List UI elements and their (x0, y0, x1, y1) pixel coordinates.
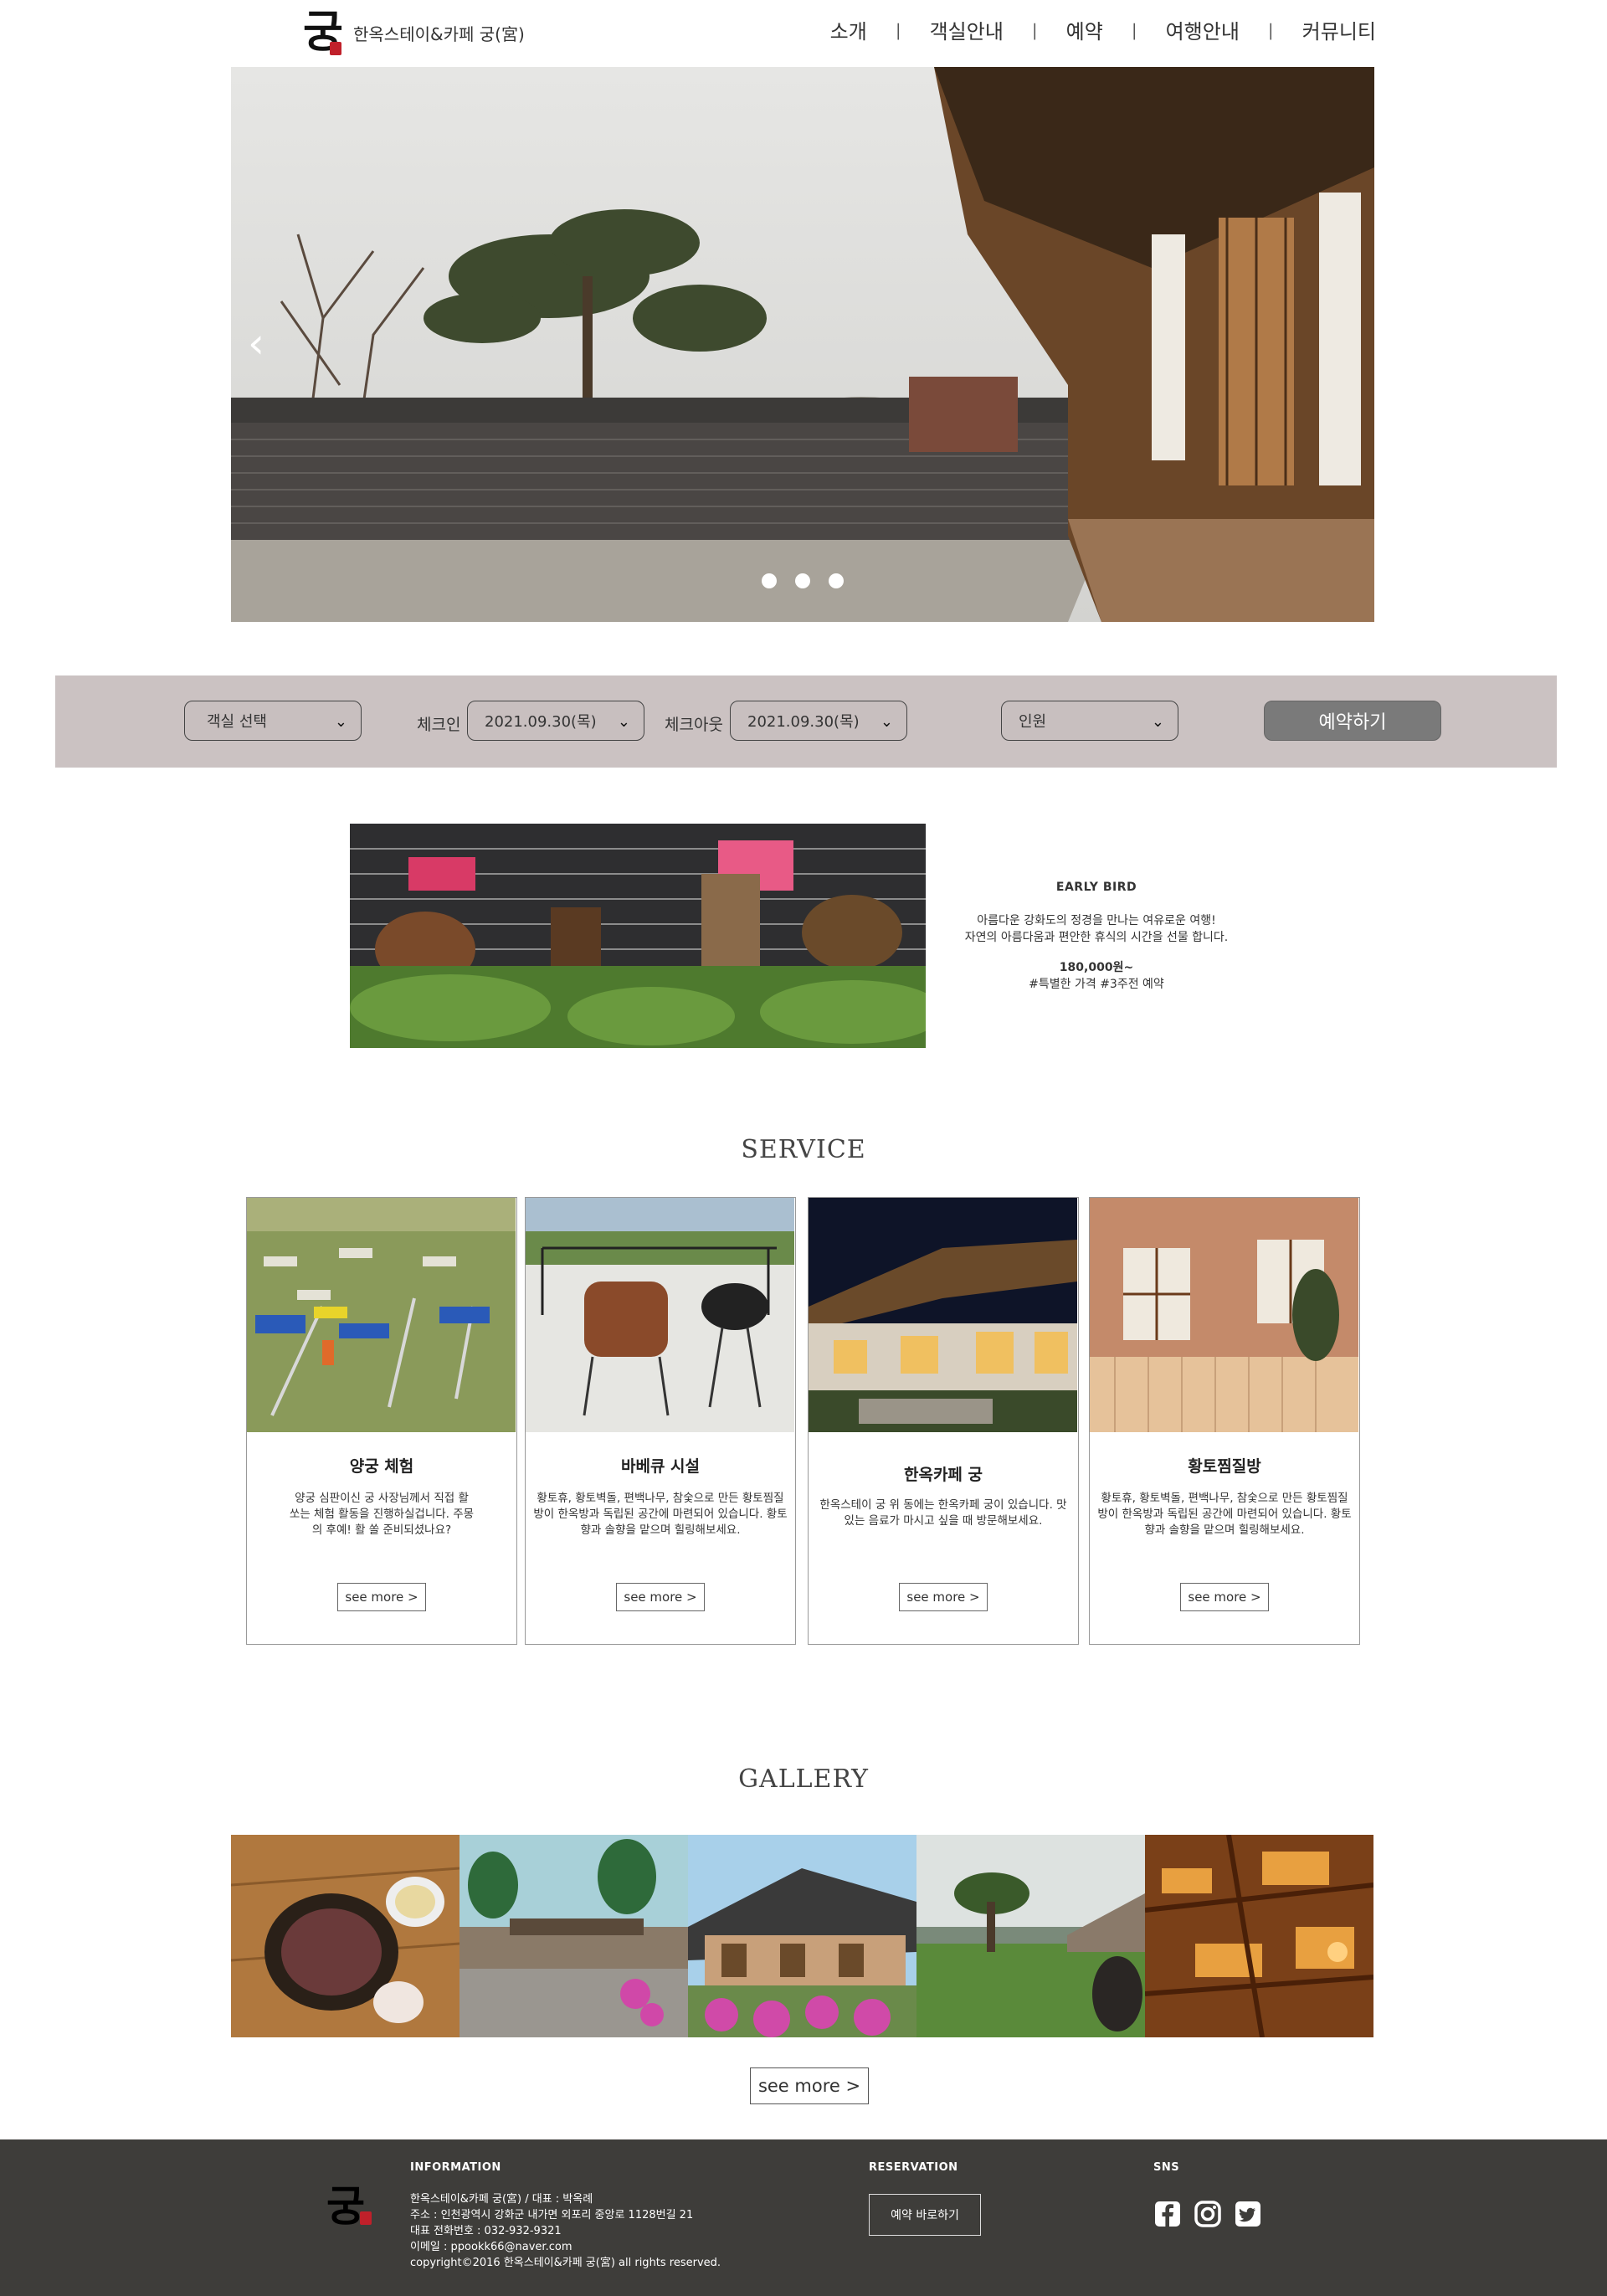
gallery-image[interactable] (688, 1835, 916, 2037)
room-select-value: 객실 선택 (207, 713, 267, 731)
chevron-down-icon: ⌄ (617, 713, 630, 731)
gallery-strip (231, 1835, 1374, 2037)
gallery-see-more-button[interactable]: see more > (750, 2067, 869, 2104)
early-bird-image (350, 824, 926, 1048)
nav-separator: | (1267, 19, 1274, 40)
service-title: SERVICE (741, 1135, 866, 1164)
early-bird-price: 180,000원~ (1059, 961, 1134, 974)
gallery-image[interactable] (1145, 1835, 1373, 2037)
nav-separator: | (1131, 19, 1137, 40)
booking-bar: 객실 선택 ⌄ 체크인 2021.09.30(목) ⌄ 체크아웃 2021.09… (55, 675, 1557, 768)
service-card: 한옥카페 궁 한옥스테이 궁 위 동에는 한옥카페 궁이 있습니다. 맛있는 음… (808, 1197, 1079, 1645)
footer-logo[interactable]: 궁 (326, 2173, 372, 2233)
footer-info-line: 주소 : 인천광역시 강화군 내가면 외포리 중앙로 1128번길 21 (410, 2209, 694, 2222)
service-card-desc: 황토휴, 황토벽돌, 편백나무, 참숯으로 만든 황토찜질방이 한옥방과 독립된… (1097, 1492, 1352, 1537)
service-card-title: 한옥카페 궁 (903, 1466, 983, 1484)
reserve-button[interactable]: 예약하기 (1264, 701, 1441, 741)
main-nav: 소개 | 객실안내 | 예약 | 여행안내 | 커뮤니티 (830, 15, 1376, 44)
slider-dot[interactable] (795, 573, 810, 588)
chevron-down-icon: ⌄ (880, 713, 893, 731)
early-bird-line: 아름다운 강화도의 정경을 만나는 여유로운 여행! (977, 914, 1216, 927)
gallery-title: GALLERY (738, 1764, 869, 1794)
service-card: 황토찜질방 황토휴, 황토벽돌, 편백나무, 참숯으로 만든 황토찜질방이 한옥… (1089, 1197, 1360, 1645)
sns-heading: SNS (1153, 2161, 1180, 2174)
service-card-desc: 황토휴, 황토벽돌, 편백나무, 참숯으로 만든 황토찜질방이 한옥방과 독립된… (533, 1492, 788, 1537)
checkout-value: 2021.09.30(목) (747, 713, 860, 731)
checkout-label: 체크아웃 (665, 716, 723, 734)
early-bird-tags: #특별한 가격 #3주전 예약 (1029, 978, 1164, 991)
slider-dot[interactable] (829, 573, 844, 588)
guests-select[interactable]: 인원 ⌄ (1001, 701, 1178, 741)
service-card-desc: 한옥스테이 궁 위 동에는 한옥카페 궁이 있습니다. 맛있는 음료가 마시고 … (819, 1498, 1067, 1528)
hero-slider: ‹ (231, 67, 1374, 622)
service-card-title: 양궁 체험 (349, 1457, 414, 1476)
footer-info: 한옥스테이&카페 궁(宮) / 대표 : 박옥례 주소 : 인천광역시 강화군 … (410, 2191, 721, 2271)
service-card: 바베큐 시설 황토휴, 황토벽돌, 편백나무, 참숯으로 만든 황토찜질방이 한… (525, 1197, 796, 1645)
slider-dot[interactable] (762, 573, 777, 588)
nav-separator: | (895, 19, 901, 40)
footer-info-line: 한옥스테이&카페 궁(宮) / 대표 : 박옥례 (410, 2193, 593, 2206)
service-card-image (1090, 1198, 1358, 1432)
logo-seal (330, 42, 341, 55)
gallery-image[interactable] (231, 1835, 460, 2037)
see-more-button[interactable]: see more > (899, 1583, 988, 1611)
footer-info-line: copyright©2016 한옥스테이&카페 궁(宮) all rights … (410, 2257, 721, 2269)
nav-item-travel[interactable]: 여행안내 (1166, 15, 1240, 44)
site-logo[interactable]: 궁 한옥스테이&카페 궁(宮) (303, 5, 525, 60)
checkin-value: 2021.09.30(목) (485, 713, 597, 731)
chevron-down-icon: ⌄ (1151, 713, 1164, 731)
early-bird-title: EARLY BIRD (1055, 881, 1137, 894)
nav-item-community[interactable]: 커뮤니티 (1302, 15, 1376, 44)
reservation-heading: RESERVATION (869, 2161, 958, 2174)
see-more-button[interactable]: see more > (1180, 1583, 1269, 1611)
quick-reserve-button[interactable]: 예약 바로하기 (869, 2194, 981, 2236)
logo-mark: 궁 (303, 5, 343, 60)
checkin-label: 체크인 (417, 716, 461, 734)
footer-info-line: 이메일 : ppookk66@naver.com (410, 2241, 572, 2253)
see-more-button[interactable]: see more > (337, 1583, 426, 1611)
nav-separator: | (1031, 19, 1038, 40)
early-bird-text: EARLY BIRD 아름다운 강화도의 정경을 만나는 여유로운 여행! 자연… (929, 879, 1264, 993)
chevron-down-icon: ⌄ (334, 713, 347, 731)
service-card-image (247, 1198, 516, 1432)
site-footer: 궁 INFORMATION 한옥스테이&카페 궁(宮) / 대표 : 박옥례 주… (0, 2139, 1607, 2296)
chevron-left-icon[interactable]: ‹ (248, 318, 281, 368)
checkin-select[interactable]: 2021.09.30(목) ⌄ (467, 701, 644, 741)
checkout-select[interactable]: 2021.09.30(목) ⌄ (730, 701, 907, 741)
service-card-title: 황토찜질방 (1188, 1457, 1261, 1476)
gallery-image[interactable] (460, 1835, 688, 2037)
service-card-title: 바베큐 시설 (620, 1457, 700, 1476)
logo-text: 한옥스테이&카페 궁(宮) (353, 23, 525, 44)
instagram-icon[interactable] (1194, 2200, 1222, 2228)
service-card-image (809, 1198, 1077, 1432)
guests-value: 인원 (1019, 713, 1047, 731)
hero-image (231, 67, 1374, 622)
service-card-image (526, 1198, 794, 1432)
facebook-icon[interactable] (1153, 2200, 1182, 2228)
twitter-icon[interactable] (1234, 2200, 1262, 2228)
service-card: 양궁 체험 양궁 심판이신 궁 사장님께서 직접 활 쏘는 체험 활동을 진행하… (246, 1197, 517, 1645)
room-select[interactable]: 객실 선택 ⌄ (184, 701, 362, 741)
info-heading: INFORMATION (410, 2161, 501, 2174)
early-bird-line: 자연의 아름다움과 편안한 휴식의 시간을 선물 합니다. (964, 931, 1229, 944)
footer-logo-seal (360, 2211, 372, 2225)
sns-links (1153, 2200, 1262, 2228)
see-more-button[interactable]: see more > (616, 1583, 705, 1611)
service-card-desc: 양궁 심판이신 궁 사장님께서 직접 활 쏘는 체험 활동을 진행하실겁니다. … (289, 1492, 475, 1537)
site-header: 궁 한옥스테이&카페 궁(宮) 소개 | 객실안내 | 예약 | 여행안내 | … (0, 0, 1607, 67)
nav-item-intro[interactable]: 소개 (830, 15, 867, 44)
nav-item-reservation[interactable]: 예약 (1066, 15, 1103, 44)
footer-info-line: 대표 전화번호 : 032-932-9321 (410, 2225, 562, 2237)
nav-item-rooms[interactable]: 객실안내 (930, 15, 1004, 44)
gallery-image[interactable] (916, 1835, 1145, 2037)
slider-dots (231, 573, 1374, 588)
